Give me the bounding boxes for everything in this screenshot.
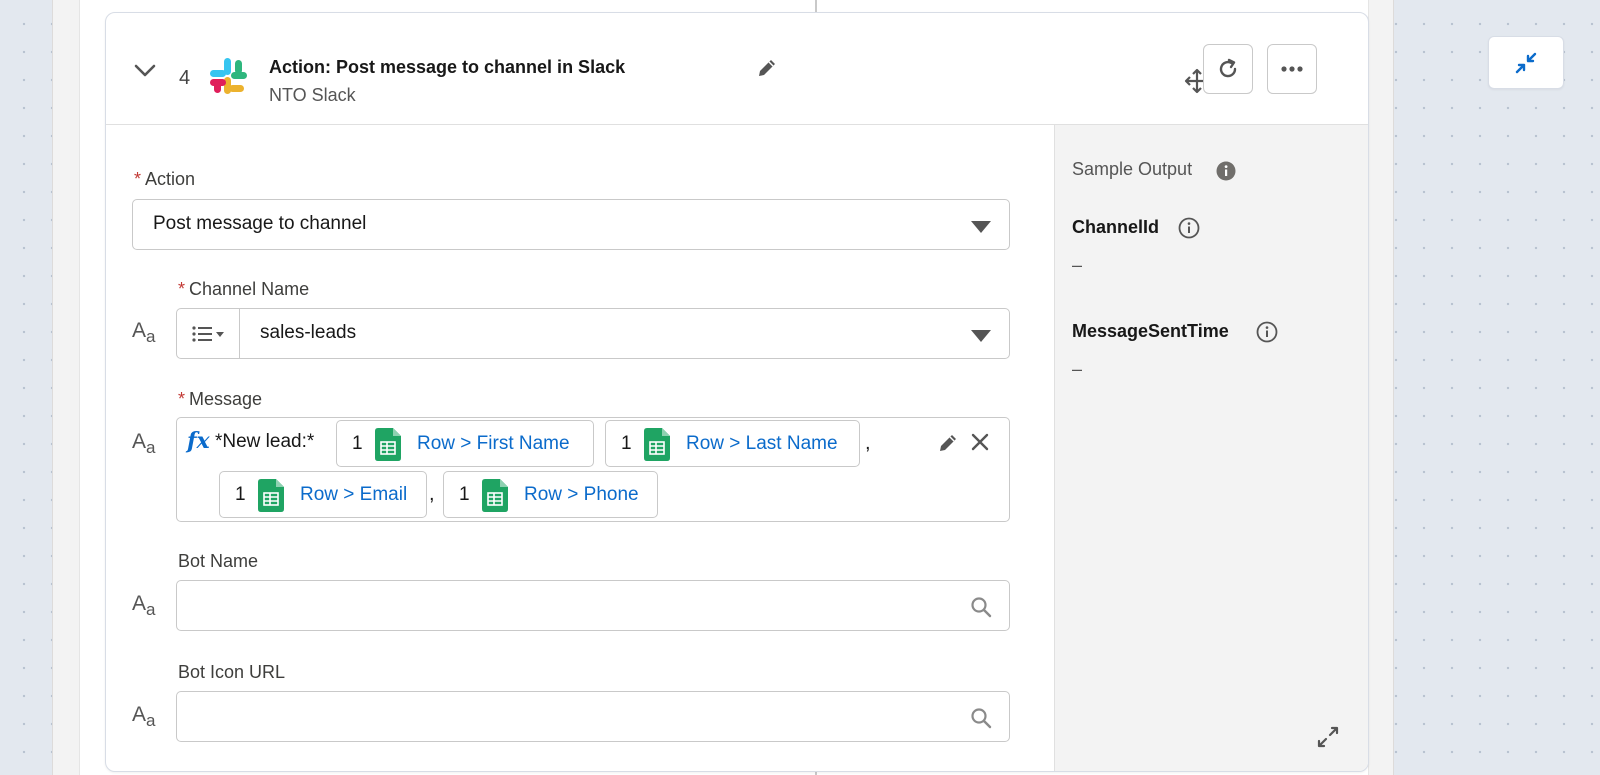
output-name-messagesenttime: MessageSentTime [1072,321,1229,341]
google-sheets-icon [644,428,670,461]
message-formula-field[interactable]: fx *New lead:* 1 Row > First Name 1 Row … [176,417,1010,522]
data-pill-email[interactable]: 1 Row > Email [219,471,427,518]
text-type-icon: Aa [132,430,156,457]
google-sheets-icon [375,428,401,461]
step-number: 4 [179,67,191,89]
text-type-icon: Aa [132,319,156,346]
info-outline-icon[interactable] [1178,217,1200,239]
output-value-messagesenttime: – [1072,359,1083,379]
required-marker: * [178,279,186,299]
bot-icon-url-label: Bot Icon URL [178,662,286,682]
data-pill-phone[interactable]: 1 Row > Phone [443,471,658,518]
action-value: Post message to channel [153,213,367,234]
sample-output-pane: Sample Output ChannelId – MessageSentTim… [1054,125,1368,771]
step-title: Action: Post message to channel in Slack [269,57,626,77]
google-sheets-icon [482,479,508,512]
sample-output-label: Sample Output [1072,159,1193,179]
step-connection: NTO Slack [269,85,356,105]
slack-logo-icon [210,58,247,94]
refresh-button[interactable] [1203,44,1253,94]
text-type-icon: Aa [132,703,156,730]
bot-name-label: Bot Name [178,551,259,571]
output-name-channelid: ChannelId [1072,217,1160,237]
channel-select[interactable]: sales-leads [176,308,1010,359]
list-icon [192,325,224,342]
collapse-arrows-icon [1515,52,1537,73]
search-icon [971,708,992,729]
close-icon[interactable] [970,432,990,452]
required-marker: * [178,389,186,409]
data-pill-last-name[interactable]: 1 Row > Last Name [605,420,860,467]
caret-down-icon [971,330,991,342]
separator-comma: , [429,483,435,505]
search-icon [971,597,992,618]
connector-line-top [815,0,817,12]
message-text: *New lead:* [215,431,315,452]
required-marker: * [134,169,142,189]
refresh-icon [1219,58,1237,78]
pencil-icon[interactable] [756,57,778,79]
step-config-pane: * Action Post message to channel * Channel… [106,125,1054,771]
channel-label: * Channel Name [178,279,310,299]
collapse-view-button[interactable] [1488,36,1564,89]
action-select[interactable]: Post message to channel [132,199,1010,250]
output-value-channelid: – [1072,255,1083,275]
chevron-down-icon[interactable] [132,57,158,83]
action-label: * Action [134,169,196,189]
step-card: 4 Action: Post message to channel in Sla… [105,12,1369,772]
separator-comma: , [865,432,871,454]
data-pill-first-name[interactable]: 1 Row > First Name [336,420,594,467]
info-icon[interactable] [1216,161,1236,181]
google-sheets-icon [258,479,284,512]
caret-down-icon [971,221,991,233]
formula-icon: fx [187,428,210,454]
more-icon [1281,66,1303,72]
step-card-header: 4 Action: Post message to channel in Sla… [106,13,1368,125]
channel-value: sales-leads [260,322,357,343]
list-mode-button[interactable] [177,309,240,358]
pencil-icon[interactable] [937,432,959,454]
expand-icon[interactable] [1316,725,1340,749]
bot-name-input[interactable] [176,580,1010,631]
bot-icon-url-input[interactable] [176,691,1010,742]
info-outline-icon[interactable] [1256,321,1278,343]
text-type-icon: Aa [132,592,156,619]
more-actions-button[interactable] [1267,44,1317,94]
message-label: * Message [178,389,263,409]
